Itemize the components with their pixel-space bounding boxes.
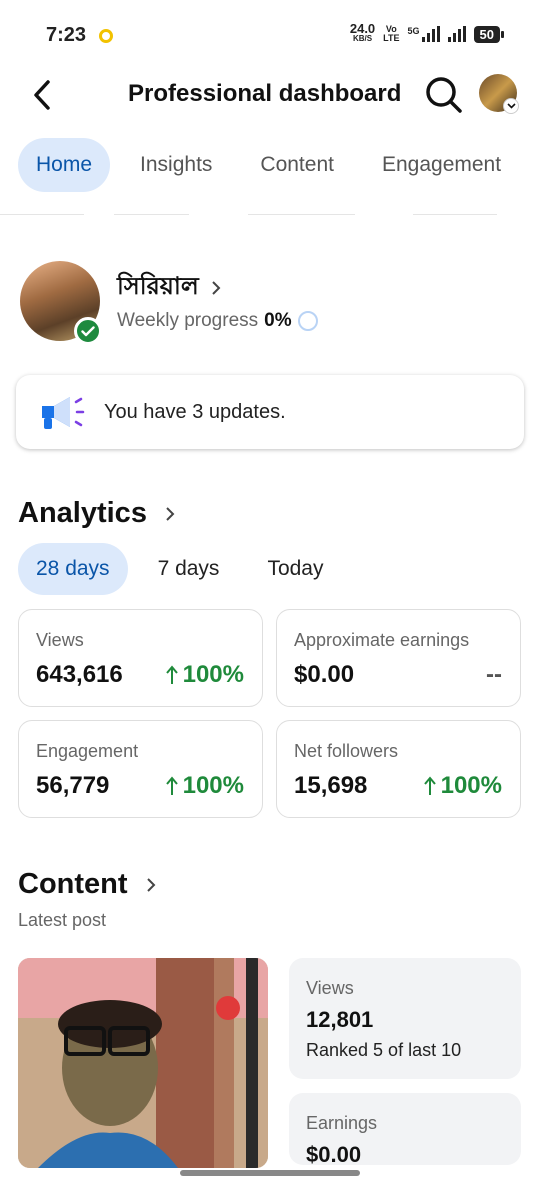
metric-approximate-earnings[interactable]: Approximate earnings $0.00 --: [276, 609, 521, 707]
metric-views[interactable]: Views 643,616 100%: [18, 609, 263, 707]
stat-rank: Ranked 5 of last 10: [306, 1040, 462, 1060]
updates-card[interactable]: You have 3 updates.: [16, 375, 524, 449]
metric-net-followers[interactable]: Net followers 15,698 100%: [276, 720, 521, 818]
account-avatar[interactable]: [479, 74, 519, 114]
range-today[interactable]: Today: [249, 543, 341, 595]
megaphone-icon: [42, 397, 85, 429]
dashboard-tabs: Home Insights Content Engagement: [18, 138, 531, 192]
profile-header: সিরিয়াল Weekly progress 0%: [20, 258, 520, 345]
latest-post-label: Latest post: [18, 910, 107, 930]
metric-label: Views: [36, 630, 84, 650]
content-heading[interactable]: Content: [18, 868, 156, 901]
metric-value: 15,698: [294, 772, 368, 799]
stat-label: Views: [306, 978, 354, 998]
tab-divider: [413, 214, 497, 215]
chevron-right-icon: [146, 877, 155, 892]
battery-icon: 50: [473, 25, 505, 43]
search-icon: [426, 77, 462, 113]
tab-divider: [114, 214, 189, 215]
page-name-link[interactable]: সিরিয়াল: [117, 268, 221, 308]
signal-5g-icon: 5G: [408, 26, 440, 42]
metric-label: Net followers: [294, 741, 399, 761]
chevron-right-icon: [166, 506, 175, 521]
status-time: 7:23: [46, 24, 87, 46]
back-button[interactable]: [22, 75, 62, 115]
arrow-up-icon: [165, 776, 178, 795]
analytics-title: Analytics: [18, 497, 147, 529]
stat-value: $0.00: [306, 1142, 362, 1167]
range-7-days[interactable]: 7 days: [140, 543, 238, 595]
metric-label: Engagement: [36, 741, 139, 761]
tab-divider: [0, 214, 84, 215]
metric-change: 100%: [165, 772, 244, 800]
weekly-progress-label: Weekly progress: [117, 310, 259, 331]
analytics-heading[interactable]: Analytics: [18, 497, 175, 530]
post-views-card[interactable]: Views 12,801 Ranked 5 of last 10: [289, 958, 521, 1079]
app-header: Professional dashboard: [0, 70, 540, 120]
date-range-tabs: 28 days 7 days Today: [18, 543, 353, 595]
arrow-up-icon: [423, 776, 436, 795]
metric-value: 56,779: [36, 772, 110, 799]
chevron-right-icon: [212, 281, 221, 295]
status-icons: 24.0 KB/S Vo LTE 5G 50: [349, 21, 505, 44]
updates-text: You have 3 updates.: [104, 400, 286, 423]
status-bar: 7:23 24.0 KB/S Vo LTE 5G 50: [0, 0, 540, 70]
tab-divider: [248, 214, 355, 215]
stat-label: Earnings: [306, 1113, 378, 1133]
tab-home[interactable]: Home: [18, 138, 111, 192]
metric-label: Approximate earnings: [294, 630, 470, 650]
metric-change: 100%: [423, 772, 502, 800]
back-arrow-icon: [34, 80, 50, 110]
volte-indicator: Vo LTE: [383, 24, 400, 43]
page-title: Professional dashboard: [128, 80, 402, 107]
notification-dot-icon: [99, 29, 113, 43]
home-indicator[interactable]: [180, 1170, 360, 1176]
tab-insights[interactable]: Insights: [122, 138, 230, 192]
arrow-up-icon: [165, 665, 178, 684]
stat-value: 12,801: [306, 1007, 374, 1032]
metric-change: 100%: [165, 661, 244, 689]
network-speed: 24.0 KB/S: [349, 21, 376, 43]
metric-engagement[interactable]: Engagement 56,779 100%: [18, 720, 263, 818]
metric-value: $0.00: [294, 661, 355, 688]
page-avatar[interactable]: [20, 261, 102, 345]
signal-icon: [447, 26, 466, 42]
post-earnings-card[interactable]: Earnings $0.00: [289, 1093, 521, 1167]
range-28-days[interactable]: 28 days: [18, 543, 128, 595]
weekly-progress: Weekly progress 0%: [117, 310, 318, 332]
tab-engagement[interactable]: Engagement: [364, 138, 519, 192]
page-name: সিরিয়াল: [117, 273, 199, 300]
chevron-down-icon: [503, 98, 519, 114]
weekly-progress-value: 0%: [264, 310, 292, 331]
content-title: Content: [18, 868, 128, 900]
latest-post-thumbnail[interactable]: [18, 958, 268, 1168]
metric-value: 643,616: [36, 661, 123, 688]
post-image: [18, 958, 268, 1168]
progress-ring-icon: [297, 311, 318, 331]
tab-content[interactable]: Content: [242, 138, 352, 192]
verified-check-icon: [74, 317, 102, 345]
search-button[interactable]: [424, 75, 464, 115]
metric-change: --: [486, 661, 502, 688]
